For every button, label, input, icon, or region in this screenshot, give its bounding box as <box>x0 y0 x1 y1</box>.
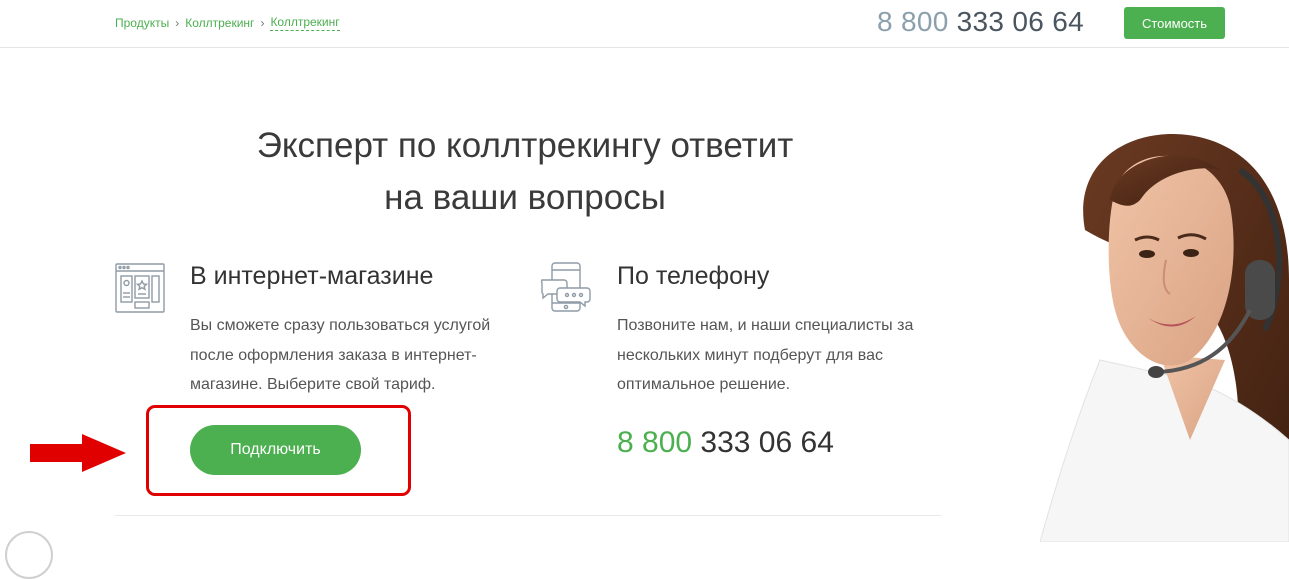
header-phone-prefix: 8 800 <box>877 6 949 37</box>
operator-photo <box>1039 110 1289 547</box>
online-heading: В интернет-магазине <box>190 262 434 290</box>
contact-phone-number: 333 06 64 <box>700 426 834 459</box>
red-arrow-icon <box>30 434 126 477</box>
title-line-1: Эксперт по коллтрекингу ответит <box>256 126 794 165</box>
phone-heading: По телефону <box>617 262 770 290</box>
online-text-line-1: Вы сможете сразу пользоваться услугой <box>190 317 491 334</box>
online-store-icon <box>115 263 165 318</box>
online-text-line-2: после оформления заказа в интернет- <box>190 346 477 364</box>
title-line-2: на ваши вопросы <box>384 178 666 217</box>
contact-phone[interactable]: 8 800 333 06 64 <box>617 426 834 460</box>
phone-text-line-3: оптимальное решение. <box>617 376 791 393</box>
online-text-line-3: магазине. Выберите свой тариф. <box>190 376 436 393</box>
breadcrumb-separator: › <box>175 16 180 30</box>
breadcrumb-separator: › <box>260 16 265 30</box>
breadcrumb: Продукты › Коллтрекинг › Коллтрекинг <box>115 15 340 31</box>
page-title: Эксперт по коллтрекингу ответит на ваши … <box>160 120 890 224</box>
phone-text-line-1: Позвоните нам, и наши специалисты за <box>617 317 914 334</box>
breadcrumb-current[interactable]: Коллтрекинг <box>270 15 340 31</box>
top-bar: Продукты › Коллтрекинг › Коллтрекинг 8 8… <box>0 0 1289 48</box>
online-description: Вы сможете сразу пользоваться услугой по… <box>190 311 530 400</box>
section-divider <box>115 515 941 516</box>
scroll-badge[interactable] <box>5 531 53 579</box>
cost-button[interactable]: Стоимость <box>1124 7 1225 39</box>
header-phone[interactable]: 8 800 333 06 64 <box>877 6 1084 38</box>
phone-text-line-2: нескольких минут подберут для вас <box>617 346 883 364</box>
breadcrumb-products[interactable]: Продукты <box>115 16 169 30</box>
connect-button[interactable]: Подключить <box>190 425 361 475</box>
phone-description: Позвоните нам, и наши специалисты за нес… <box>617 311 957 400</box>
phone-chat-icon <box>540 262 592 319</box>
breadcrumb-calltracking[interactable]: Коллтрекинг <box>185 16 254 30</box>
contact-phone-prefix: 8 800 <box>617 426 693 459</box>
header-phone-number: 333 06 64 <box>956 6 1084 37</box>
